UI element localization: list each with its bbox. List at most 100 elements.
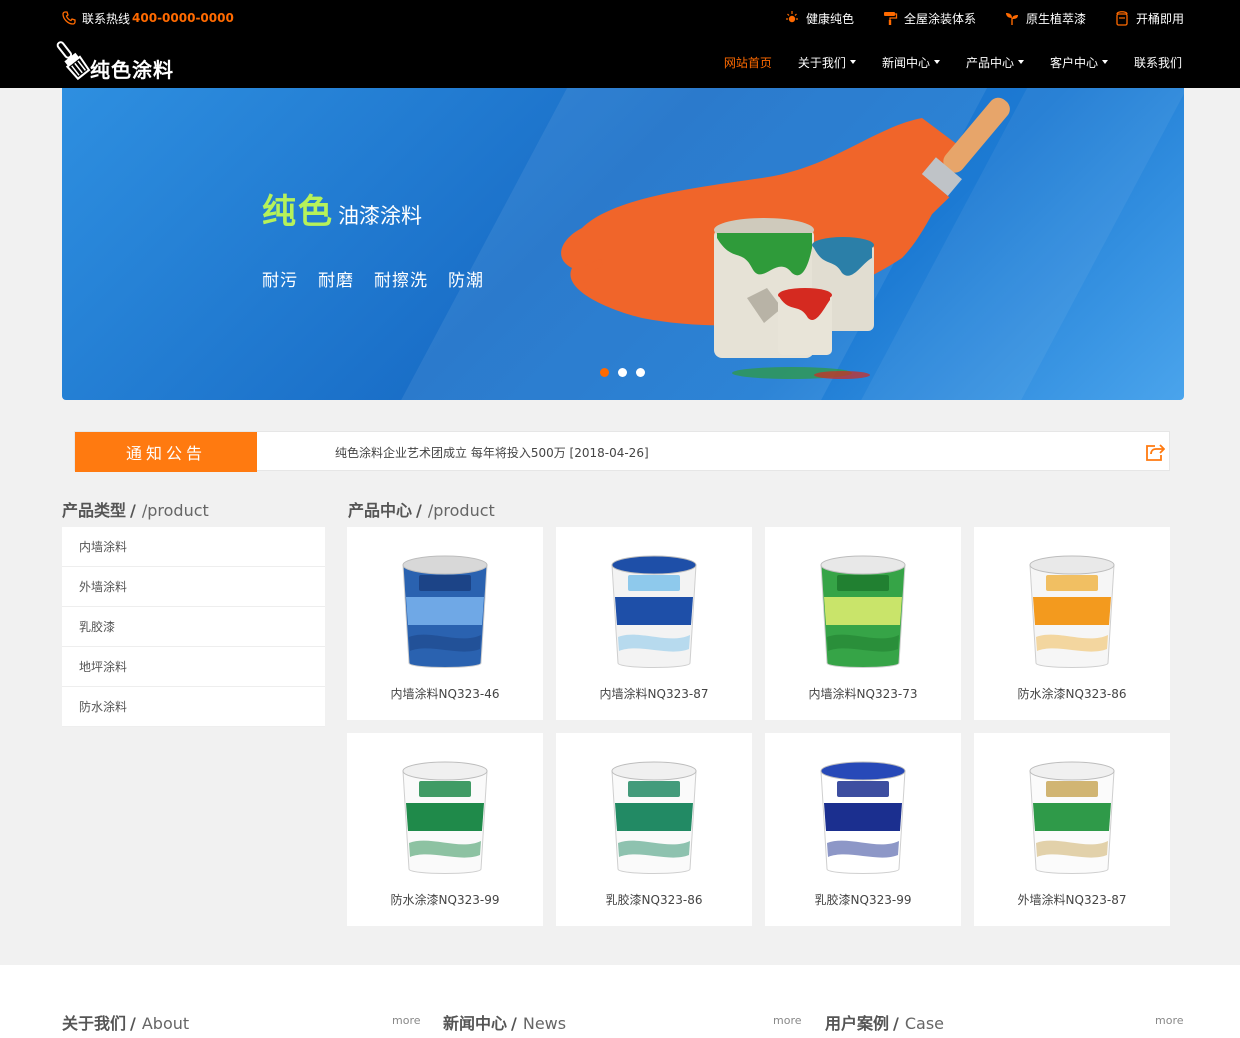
notice-text[interactable]: 纯色涂料企业艺术团成立 每年将投入500万 [2018-04-26] xyxy=(335,432,649,472)
nav-item-label: 客户中心 xyxy=(1049,55,1098,70)
paint-bucket-image xyxy=(402,555,488,668)
product-card[interactable]: 内墙涂料NQ323-73 xyxy=(765,527,961,720)
site-logo[interactable]: 纯色涂料 xyxy=(50,38,174,84)
top-links: 健康纯色 全屋涂装体系 原生植萃漆 开桶即用 xyxy=(756,8,1184,28)
site-header: 联系热线 400-0000-0000 健康纯色 全屋涂装体系 原生植萃漆 开桶即… xyxy=(0,0,1240,88)
slider-dots xyxy=(600,368,654,377)
section-title-en: News xyxy=(522,1014,567,1033)
banner-slogans: 耐污 耐磨 耐擦洗 防潮 xyxy=(262,266,504,291)
bottom-sections: 关于我们 / About more 新闻中心 / News more 用户案例 … xyxy=(0,965,1240,1038)
about-more-link[interactable]: more xyxy=(392,1014,421,1027)
top-link-label: 全屋涂装体系 xyxy=(903,11,976,26)
section-title-en: Case xyxy=(904,1014,945,1033)
banner-slogan: 耐擦洗 xyxy=(374,271,428,291)
product-type-title: 产品类型 / /product xyxy=(62,497,209,521)
nav-item-label: 关于我们 xyxy=(797,55,846,70)
product-card[interactable]: 乳胶漆NQ323-99 xyxy=(765,733,961,926)
product-name: 内墙涂料NQ323-87 xyxy=(599,687,709,701)
top-link-label: 原生植萃漆 xyxy=(1025,11,1086,26)
nav-item-5[interactable]: 客户中心 xyxy=(1050,54,1108,71)
top-link-plant[interactable]: 原生植萃漆 xyxy=(1004,10,1086,27)
banner-title: 纯色 油漆涂料 xyxy=(262,184,422,233)
case-more-link[interactable]: more xyxy=(1155,1014,1184,1027)
paint-bucket-image xyxy=(820,761,906,874)
hotline-label: 联系热线 xyxy=(82,11,131,26)
about-title: 关于我们 / About xyxy=(62,1010,189,1034)
case-title: 用户案例 / Case xyxy=(825,1010,944,1034)
title-slash: / xyxy=(130,501,136,520)
caret-down-icon xyxy=(849,60,856,64)
logo-text: 纯色涂料 xyxy=(90,57,174,82)
nav-item-1[interactable]: 网站首页 xyxy=(724,54,772,71)
caret-down-icon xyxy=(933,60,940,64)
title-slash: / xyxy=(893,1014,899,1033)
slider-dot-3[interactable] xyxy=(636,368,645,377)
product-name: 外墙涂料NQ323-87 xyxy=(1017,893,1127,907)
product-card[interactable]: 乳胶漆NQ323-86 xyxy=(556,733,752,926)
sun-icon xyxy=(785,11,798,23)
slider-dot-1[interactable] xyxy=(600,368,609,377)
hotline: 联系热线 400-0000-0000 xyxy=(62,10,234,26)
phone-icon xyxy=(62,11,76,25)
hero-banner[interactable]: 纯色 油漆涂料 耐污 耐磨 耐擦洗 防潮 xyxy=(62,88,1184,400)
paint-bucket-image xyxy=(611,555,697,668)
product-card[interactable]: 防水涂漆NQ323-86 xyxy=(974,527,1170,720)
section-title-zh: 产品类型 xyxy=(62,501,127,520)
banner-slogan: 耐污 xyxy=(262,271,298,291)
product-name: 防水涂漆NQ323-99 xyxy=(390,893,500,907)
news-title: 新闻中心 / News xyxy=(443,1010,566,1034)
sidebar-item[interactable]: 乳胶漆 xyxy=(62,607,325,647)
product-card[interactable]: 外墙涂料NQ323-87 xyxy=(974,733,1170,926)
top-link-label: 健康纯色 xyxy=(805,11,854,26)
product-card[interactable]: 防水涂漆NQ323-99 xyxy=(347,733,543,926)
nav-item-label: 产品中心 xyxy=(965,55,1014,70)
paint-bucket-image xyxy=(820,555,906,668)
top-link-whole-house[interactable]: 全屋涂装体系 xyxy=(882,10,976,27)
banner-title-main: 纯色 xyxy=(262,192,334,232)
nav-item-3[interactable]: 新闻中心 xyxy=(882,54,940,71)
product-type-list: 内墙涂料 外墙涂料 乳胶漆 地坪涂料 防水涂料 xyxy=(62,527,325,727)
news-more-link[interactable]: more xyxy=(773,1014,802,1027)
sidebar-item[interactable]: 外墙涂料 xyxy=(62,567,325,607)
hotline-number: 400-0000-0000 xyxy=(132,11,234,25)
product-card[interactable]: 内墙涂料NQ323-87 xyxy=(556,527,752,720)
title-slash: / xyxy=(130,1014,136,1033)
sidebar-item[interactable]: 防水涂料 xyxy=(62,687,325,727)
product-name: 内墙涂料NQ323-46 xyxy=(390,687,500,701)
caret-down-icon xyxy=(1101,60,1108,64)
product-name: 乳胶漆NQ323-99 xyxy=(814,893,912,907)
paint-bucket-image xyxy=(1029,761,1115,874)
section-title-zh: 产品中心 xyxy=(348,501,413,520)
paint-buckets-illustration xyxy=(561,97,1010,379)
section-title-zh: 用户案例 xyxy=(825,1014,890,1033)
product-center-title: 产品中心 / /product xyxy=(348,497,495,521)
nav-item-4[interactable]: 产品中心 xyxy=(966,54,1024,71)
product-name: 内墙涂料NQ323-73 xyxy=(808,687,918,701)
top-link-health[interactable]: 健康纯色 xyxy=(784,10,854,27)
notice-bar: 通知公告 纯色涂料企业艺术团成立 每年将投入500万 [2018-04-26] xyxy=(74,431,1170,472)
paint-bucket-image xyxy=(1029,555,1115,668)
product-name: 乳胶漆NQ323-86 xyxy=(605,893,703,907)
caret-down-icon xyxy=(1017,60,1024,64)
share-icon[interactable] xyxy=(1145,442,1165,462)
banner-slogan: 防潮 xyxy=(448,271,484,291)
nav-item-2[interactable]: 关于我们 xyxy=(798,54,856,71)
nav-item-label: 新闻中心 xyxy=(881,55,930,70)
product-card[interactable]: 内墙涂料NQ323-46 xyxy=(347,527,543,720)
nav-item-label: 联系我们 xyxy=(1133,55,1182,70)
banner-slogan: 耐磨 xyxy=(318,271,354,291)
paint-bucket-image xyxy=(402,761,488,874)
section-title-en: About xyxy=(141,1014,190,1033)
sidebar-item[interactable]: 内墙涂料 xyxy=(62,527,325,567)
nav-item-label: 网站首页 xyxy=(723,55,772,70)
top-link-ready[interactable]: 开桶即用 xyxy=(1114,10,1184,27)
title-slash: / xyxy=(511,1014,517,1033)
paint-bucket-image xyxy=(611,761,697,874)
sidebar-item[interactable]: 地坪涂料 xyxy=(62,647,325,687)
slider-dot-2[interactable] xyxy=(618,368,627,377)
section-title-zh: 新闻中心 xyxy=(443,1014,508,1033)
nav-item-6[interactable]: 联系我们 xyxy=(1134,54,1182,71)
main-nav: 网站首页 关于我们 新闻中心 产品中心 客户中心 联系我们 xyxy=(698,52,1182,72)
section-title-en: /product xyxy=(141,501,209,520)
section-title-zh: 关于我们 xyxy=(62,1014,127,1033)
